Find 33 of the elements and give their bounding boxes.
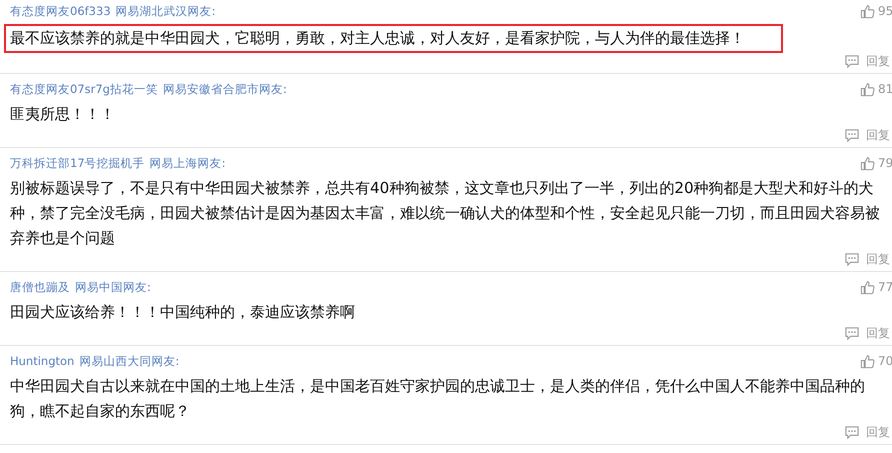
user-location: 网易上海网友:: [150, 156, 226, 170]
reply-button[interactable]: 回复: [844, 424, 892, 440]
user-location: 网易山西大同网友:: [79, 354, 180, 368]
reply-button[interactable]: 回复: [844, 325, 892, 341]
reply-button[interactable]: 回复: [844, 127, 892, 143]
comment-text: 最不应该禁养的就是中华田园犬，它聪明，勇敢，对主人忠诚，对人友好，是看家护院，与人为伴的最佳选择！: [4, 24, 783, 53]
like-count: 77: [878, 280, 892, 294]
comment-text: 别被标题误导了，不是只有中华田园犬被禁养，总共有40种狗被禁，这文章也只列出了一半，列出的20种狗都是大型犬和好斗的犬种，禁了完全没毛病，田园犬被禁估计是因为基因太丰富，难以统一确认犬的体型和个性，安全起见只能一刀切，而且田园犬容易被弃养也是个问题: [10, 178, 881, 249]
reply-button[interactable]: 回复: [844, 251, 892, 267]
thumbs-up-icon[interactable]: [860, 156, 875, 170]
comment-text: 中华田园犬自古以来就在中国的土地上生活，是中国老百姓守家护园的忠诚卫士，是人类的伴侣，凭什么中国人不能养中国品种的狗，瞧不起自家的东西呢？: [10, 376, 866, 422]
comment-icon: [844, 128, 860, 142]
user-location: 网易中国网友:: [75, 280, 151, 294]
username[interactable]: 万科拆迁部17号挖掘机手: [10, 156, 145, 170]
thumbs-up-icon[interactable]: [860, 4, 875, 18]
thumbs-up-icon[interactable]: [860, 82, 875, 96]
comment-icon: [844, 424, 860, 440]
comment-text: 匪夷所思！！！: [10, 104, 116, 125]
username[interactable]: Huntington: [10, 354, 74, 368]
username[interactable]: 唐僧也蹦及: [10, 280, 70, 294]
user-location: 网易湖北武汉网友:: [116, 4, 216, 18]
like-count: 95: [878, 4, 892, 18]
reply-button[interactable]: 回复: [844, 53, 892, 69]
comment-icon: [844, 252, 860, 266]
username[interactable]: 有态度网友07sr7g拈花一笑: [10, 82, 158, 96]
like-count: 81: [878, 82, 892, 96]
thumbs-up-icon[interactable]: [860, 354, 875, 368]
username[interactable]: 有态度网友06f333: [10, 4, 111, 18]
thumbs-up-icon[interactable]: [860, 280, 875, 294]
user-location: 网易安徽省合肥市网友:: [162, 82, 287, 96]
comment-icon: [844, 326, 860, 340]
comment-text: 田园犬应该给养！！！中国纯种的，泰迪应该禁养啊: [10, 302, 356, 323]
comment-icon: [844, 54, 860, 68]
